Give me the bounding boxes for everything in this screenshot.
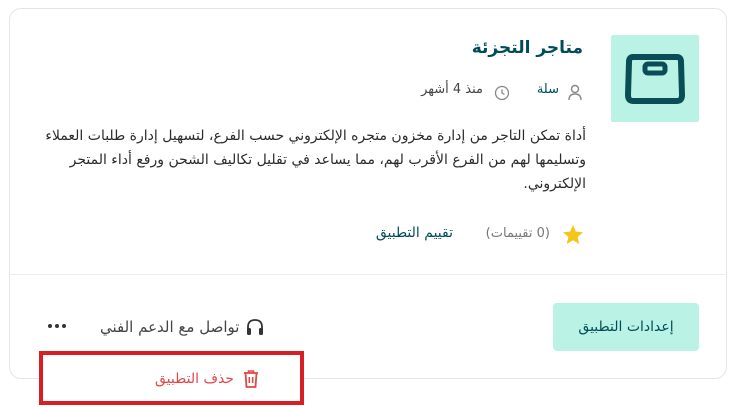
delete-app-button[interactable]: حذف التطبيق xyxy=(155,368,260,390)
dot-icon xyxy=(48,324,52,328)
app-title[interactable]: متاجر التجزئة xyxy=(472,38,583,58)
card-divider xyxy=(9,274,725,275)
app-description: أداة تمكن التاجر من إدارة مخزون متجره ال… xyxy=(45,128,586,192)
dot-icon xyxy=(55,324,59,328)
support-link[interactable]: تواصل مع الدعم الفني xyxy=(100,315,265,339)
rate-app-link[interactable]: تقييم التطبيق xyxy=(376,225,453,241)
user-icon xyxy=(568,84,582,101)
headphones-icon xyxy=(247,319,264,335)
category-link[interactable]: سلة xyxy=(537,82,559,97)
app-settings-button[interactable]: إعدادات التطبيق xyxy=(553,303,699,351)
support-label: تواصل مع الدعم الفني xyxy=(100,318,240,336)
rating-count: (0 تقييمات) xyxy=(485,226,550,241)
star-icon xyxy=(563,225,583,244)
delete-label: حذف التطبيق xyxy=(155,371,234,387)
scale-icon xyxy=(625,54,685,104)
more-options-button[interactable] xyxy=(40,311,74,341)
app-icon xyxy=(611,35,699,122)
time-ago: منذ 4 أشهر xyxy=(421,82,483,97)
trash-icon xyxy=(243,370,258,388)
clock-icon xyxy=(494,85,510,101)
dot-icon xyxy=(62,324,66,328)
